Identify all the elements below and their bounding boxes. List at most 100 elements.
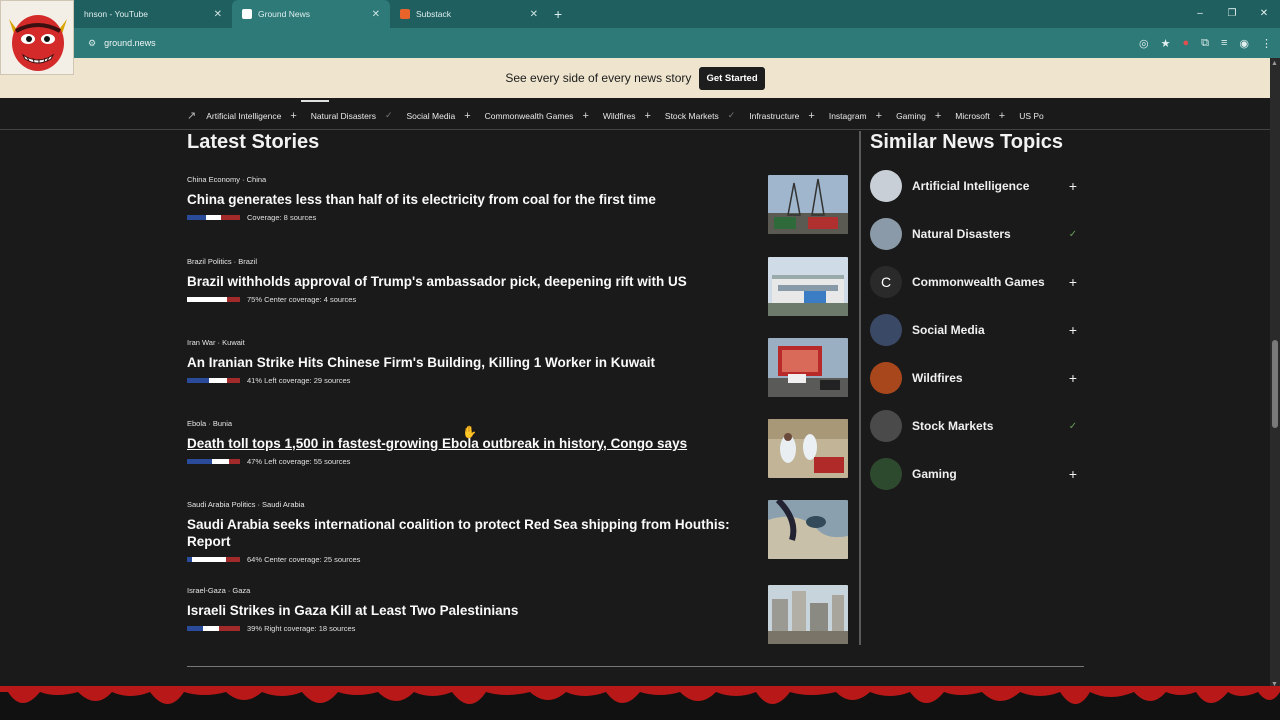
similar-topic-name[interactable]: Wildfires <box>912 371 1066 385</box>
similar-topic-item[interactable]: Gaming + <box>870 458 1080 490</box>
story-thumbnail[interactable] <box>768 585 848 644</box>
coverage-row: 39% Right coverage: 18 sources <box>187 624 757 633</box>
story-headline[interactable]: Brazil withholds approval of Trump's amb… <box>187 273 757 290</box>
center-coverage-segment <box>187 297 227 302</box>
topic-chip[interactable]: Instagram + <box>829 110 882 122</box>
similar-topic-item[interactable]: Wildfires + <box>870 362 1080 394</box>
plus-icon[interactable]: + <box>1066 466 1080 482</box>
topic-chip[interactable]: US Po <box>1019 111 1053 121</box>
eye-slash-icon[interactable]: ◎ <box>1139 37 1149 50</box>
topic-chip[interactable]: Microsoft + <box>955 110 1005 122</box>
story-item[interactable]: Saudi Arabia Politics · Saudi Arabia Saud… <box>187 500 757 564</box>
url-field[interactable]: ⚙ ground.news <box>88 38 156 49</box>
check-icon[interactable]: ✓ <box>728 110 736 121</box>
story-item[interactable]: Israel-Gaza · Gaza Israeli Strikes in Gaz… <box>187 586 757 633</box>
story-headline[interactable]: Saudi Arabia seeks international coaliti… <box>187 516 757 550</box>
story-thumbnail[interactable] <box>768 175 848 234</box>
plus-icon[interactable]: + <box>808 110 814 122</box>
topic-chip[interactable]: Artificial Intelligence + <box>206 110 297 122</box>
story-thumbnail[interactable] <box>768 419 848 478</box>
similar-topic-name[interactable]: Commonwealth Games <box>912 275 1066 289</box>
topic-chip[interactable]: Natural Disasters ✓ <box>311 110 393 121</box>
minimize-button[interactable]: – <box>1184 0 1216 28</box>
story-category[interactable]: Israel-Gaza · Gaza <box>187 586 757 595</box>
left-coverage-segment <box>187 459 212 464</box>
coverage-text: 75% Center coverage: 4 sources <box>247 295 357 304</box>
star-icon[interactable]: ★ <box>1161 37 1171 50</box>
story-thumbnail[interactable] <box>768 338 848 397</box>
new-tab-button[interactable]: + <box>554 6 562 22</box>
plus-icon[interactable]: + <box>290 110 296 122</box>
profile-icon[interactable]: ◉ <box>1239 37 1249 50</box>
tab-close-icon[interactable]: ✕ <box>372 9 380 20</box>
plus-icon[interactable]: + <box>1066 178 1080 194</box>
story-headline[interactable]: Israeli Strikes in Gaza Kill at Least Tw… <box>187 602 757 619</box>
plus-icon[interactable]: + <box>999 110 1005 122</box>
similar-topic-item[interactable]: Artificial Intelligence + <box>870 170 1080 202</box>
similar-topic-name[interactable]: Artificial Intelligence <box>912 179 1066 193</box>
topic-chip[interactable]: Wildfires + <box>603 110 651 122</box>
story-category[interactable]: China Economy · China <box>187 175 757 184</box>
story-thumbnail[interactable] <box>768 257 848 316</box>
plus-icon[interactable]: + <box>1066 274 1080 290</box>
tab-close-icon[interactable]: ✕ <box>214 9 222 20</box>
similar-topic-name[interactable]: Gaming <box>912 467 1066 481</box>
similar-topic-item[interactable]: Natural Disasters ✓ <box>870 218 1080 250</box>
close-window-button[interactable]: ✕ <box>1248 0 1280 28</box>
tab-close-icon[interactable]: ✕ <box>530 9 538 20</box>
browser-tab-0[interactable]: hnson - YouTube ✕ <box>74 0 232 28</box>
page-scrollbar[interactable]: ▲ ▼ <box>1270 58 1280 690</box>
restore-button[interactable]: ❐ <box>1216 0 1248 28</box>
plus-icon[interactable]: + <box>1066 322 1080 338</box>
similar-topic-item[interactable]: Social Media + <box>870 314 1080 346</box>
puzzle-icon[interactable]: ⧉ <box>1201 37 1209 50</box>
story-thumbnail[interactable] <box>768 500 848 559</box>
topic-chip[interactable]: Stock Markets ✓ <box>665 110 735 121</box>
browser-tab-2[interactable]: Substack ✕ <box>390 0 548 28</box>
coverage-row: 75% Center coverage: 4 sources <box>187 295 757 304</box>
topic-avatar <box>870 170 902 202</box>
similar-topics-heading: Similar News Topics <box>870 131 1064 153</box>
site-info-icon[interactable]: ⚙ <box>88 38 96 49</box>
topic-avatar <box>870 314 902 346</box>
topic-chip[interactable]: Social Media + <box>407 110 471 122</box>
plus-icon[interactable]: + <box>1066 370 1080 386</box>
story-item[interactable]: China Economy · China China generates les… <box>187 175 757 222</box>
story-category[interactable]: Iran War · Kuwait <box>187 338 757 347</box>
story-item[interactable]: Iran War · Kuwait An Iranian Strike Hits … <box>187 338 757 385</box>
extension-badge-icon[interactable]: ● <box>1182 37 1189 49</box>
check-icon[interactable]: ✓ <box>385 110 393 121</box>
story-item[interactable]: Brazil Politics · Brazil Brazil withholds… <box>187 257 757 304</box>
similar-topic-name[interactable]: Stock Markets <box>912 419 1066 433</box>
plus-icon[interactable]: + <box>876 110 882 122</box>
menu-icon[interactable]: ⋮ <box>1261 37 1272 50</box>
plus-icon[interactable]: + <box>582 110 588 122</box>
browser-tab-1[interactable]: Ground News ✕ <box>232 0 390 28</box>
section-divider <box>187 666 1084 667</box>
scroll-up-icon[interactable]: ▲ <box>1271 60 1278 67</box>
bias-distribution-bar <box>187 459 240 464</box>
topic-chip[interactable]: Gaming + <box>896 110 941 122</box>
plus-icon[interactable]: + <box>464 110 470 122</box>
topic-avatar <box>870 218 902 250</box>
similar-topic-name[interactable]: Social Media <box>912 323 1066 337</box>
story-category[interactable]: Brazil Politics · Brazil <box>187 257 757 266</box>
story-category[interactable]: Saudi Arabia Politics · Saudi Arabia <box>187 500 757 509</box>
check-icon[interactable]: ✓ <box>1066 229 1080 240</box>
center-coverage-segment <box>208 378 228 383</box>
scrollbar-thumb[interactable] <box>1272 340 1278 428</box>
plus-icon[interactable]: + <box>935 110 941 122</box>
similar-topic-item[interactable]: C Commonwealth Games + <box>870 266 1080 298</box>
similar-topic-name[interactable]: Natural Disasters <box>912 227 1066 241</box>
check-icon[interactable]: ✓ <box>1066 421 1080 432</box>
topic-chip[interactable]: Commonwealth Games + <box>485 110 589 122</box>
story-headline[interactable]: An Iranian Strike Hits Chinese Firm's Bu… <box>187 354 757 371</box>
coverage-text: 41% Left coverage: 29 sources <box>247 376 351 385</box>
tab-label: Substack <box>416 9 451 19</box>
media-icon[interactable]: ≡ <box>1221 37 1227 49</box>
get-started-button[interactable]: Get Started <box>699 66 765 90</box>
topic-chip[interactable]: Infrastructure + <box>749 110 815 122</box>
plus-icon[interactable]: + <box>644 110 650 122</box>
story-headline[interactable]: China generates less than half of its el… <box>187 191 757 208</box>
similar-topic-item[interactable]: Stock Markets ✓ <box>870 410 1080 442</box>
